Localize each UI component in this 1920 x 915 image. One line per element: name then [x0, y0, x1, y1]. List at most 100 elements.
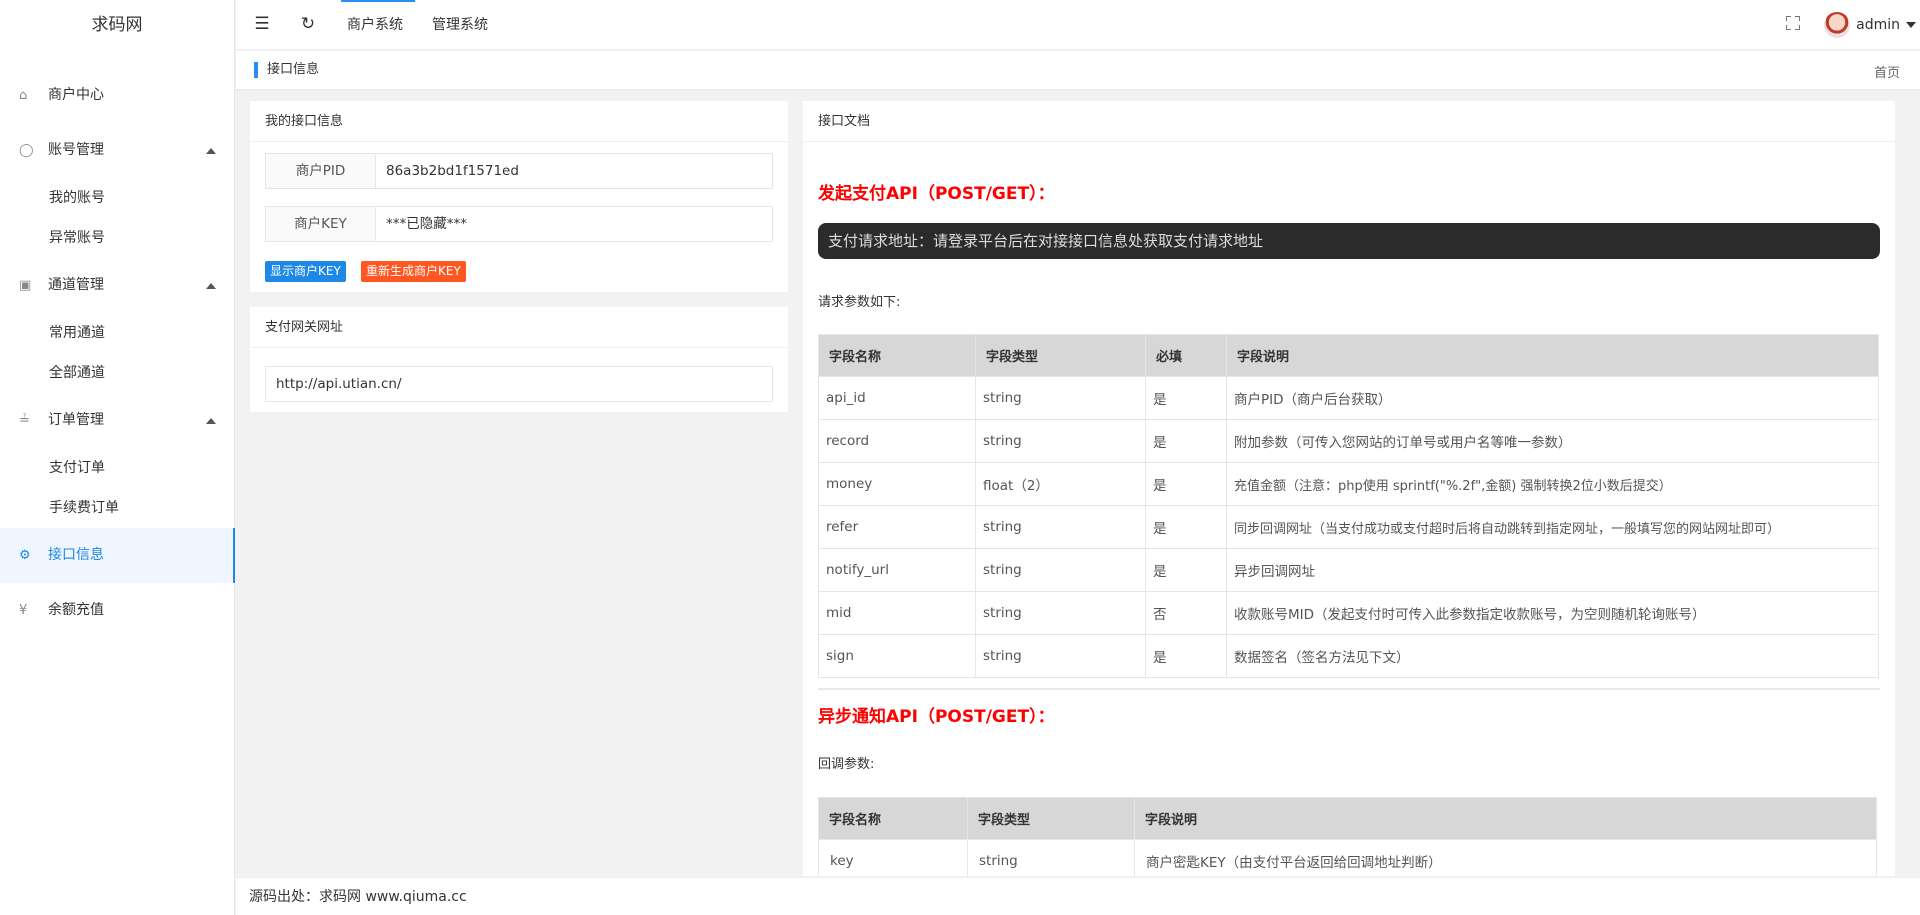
user-icon: ◯ — [19, 143, 34, 158]
card-title: 支付网关网址 — [250, 307, 788, 348]
divider — [818, 688, 1880, 690]
sidebar-item-label: 商户中心 — [48, 87, 104, 103]
user-menu[interactable]: admin — [1824, 12, 1916, 38]
logo[interactable]: 求码网 — [0, 0, 234, 50]
table-cell: string — [975, 419, 1146, 463]
sidebar-subitem-all-channels[interactable]: 全部通道 — [0, 353, 234, 393]
table-row: notify_url string 是 异步回调网址 — [818, 548, 1879, 592]
sidebar: 求码网 ⌂ 商户中心 ◯ 账号管理 我的账号 异常账号 ▣ 通道管理 常用通道 … — [0, 0, 235, 915]
table-cell: string — [975, 548, 1146, 592]
notify-api-heading: 异步通知API（POST/GET）： — [818, 707, 1055, 727]
column-header: 字段类型 — [975, 334, 1146, 377]
sidebar-subitem-common-channels[interactable]: 常用通道 — [0, 313, 234, 353]
table-cell: 是 — [1145, 462, 1227, 506]
sidebar-item-label: 订单管理 — [48, 412, 104, 428]
sidebar-item-label: 通道管理 — [48, 277, 104, 293]
table-cell: 数据签名（签名方法见下文） — [1226, 634, 1879, 678]
sidebar-item-merchant-center[interactable]: ⌂ 商户中心 — [0, 68, 234, 123]
column-header: 字段名称 — [818, 334, 976, 377]
tab-admin-system[interactable]: 管理系统 — [432, 0, 488, 50]
breadcrumb: 接口信息 首页 — [236, 51, 1920, 89]
sidebar-item-label: 接口信息 — [48, 547, 104, 563]
table-cell: 是 — [1145, 505, 1227, 549]
table-cell: 是 — [1145, 376, 1227, 420]
sidebar-subitem-abnormal-account[interactable]: 异常账号 — [0, 218, 234, 258]
column-header: 字段名称 — [818, 797, 968, 840]
card-title: 我的接口信息 — [250, 101, 788, 142]
table-cell: 附加参数（可传入您网站的订单号或用户名等唯一参数） — [1226, 419, 1879, 463]
table-cell: 收款账号MID（发起支付时可传入此参数指定收款账号，为空则随机轮询账号） — [1226, 591, 1879, 635]
callback-params-table: 字段名称 字段类型 字段说明 key string 商户密匙KEY（由支付平台返… — [818, 797, 1877, 876]
sidebar-item-label: 账号管理 — [48, 142, 104, 158]
table-cell: record — [818, 419, 976, 463]
sidebar-item-balance-recharge[interactable]: ¥ 余额充值 — [0, 583, 234, 638]
pid-label: 商户PID — [266, 154, 376, 188]
table-cell: string — [975, 376, 1146, 420]
table-cell: money — [818, 462, 976, 506]
table-cell: 商户密匙KEY（由支付平台返回给回调地址判断） — [1134, 839, 1877, 876]
card-title: 接口文档 — [803, 101, 1895, 142]
table-cell: refer — [818, 505, 976, 549]
footer: 源码出处：求码网 www.qiuma.cc — [236, 877, 1920, 915]
table-row: sign string 是 数据签名（签名方法见下文） — [818, 634, 1879, 678]
home-icon: ⌂ — [19, 88, 28, 103]
table-cell: 是 — [1145, 419, 1227, 463]
key-label: 商户KEY — [266, 207, 376, 241]
sidebar-item-channel-management[interactable]: ▣ 通道管理 — [0, 258, 234, 313]
table-row: refer string 是 同步回调网址（当支付成功或支付超时后将自动跳转到指… — [818, 505, 1879, 549]
sidebar-item-order-management[interactable]: ≟ 订单管理 — [0, 393, 234, 448]
column-header: 必填 — [1145, 334, 1227, 377]
chevron-up-icon — [206, 283, 216, 289]
table-cell: 是 — [1145, 548, 1227, 592]
tab-merchant-system[interactable]: 商户系统 — [341, 0, 415, 50]
sidebar-item-account-management[interactable]: ◯ 账号管理 — [0, 123, 234, 178]
table-row: api_id string 是 商户PID（商户后台获取） — [818, 376, 1879, 420]
gateway-card: 支付网关网址 http://api.utian.cn/ — [250, 307, 788, 412]
table-row: money float（2） 是 充值金额（注意：php使用 sprintf("… — [818, 462, 1879, 506]
table-cell: 充值金额（注意：php使用 sprintf("%.2f",金额) 强制转换2位小… — [1226, 462, 1879, 506]
pay-request-url-notice: 支付请求地址：请登录平台后在对接接口信息处获取支付请求地址 — [818, 223, 1880, 259]
page-title: 接口信息 — [254, 62, 319, 78]
table-cell: 商户PID（商户后台获取） — [1226, 376, 1879, 420]
pay-api-heading: 发起支付API（POST/GET）： — [818, 184, 1055, 204]
table-cell: notify_url — [818, 548, 976, 592]
table-cell: string — [967, 839, 1135, 876]
fullscreen-icon[interactable] — [1786, 16, 1800, 30]
table-row: record string 是 附加参数（可传入您网站的订单号或用户名等唯一参数… — [818, 419, 1879, 463]
key-value[interactable]: ***已隐藏*** — [376, 207, 772, 241]
gateway-url-field[interactable]: http://api.utian.cn/ — [265, 366, 773, 402]
yen-icon: ¥ — [19, 603, 28, 618]
refresh-icon[interactable]: ↻ — [298, 14, 318, 34]
regenerate-key-button[interactable]: 重新生成商户KEY — [361, 261, 466, 282]
table-cell: string — [975, 591, 1146, 635]
sidebar-item-api-info[interactable]: ⚙ 接口信息 — [0, 528, 235, 583]
sidebar-subitem-fee-orders[interactable]: 手续费订单 — [0, 488, 234, 528]
table-cell: mid — [818, 591, 976, 635]
table-cell: 是 — [1145, 634, 1227, 678]
column-header: 字段说明 — [1226, 334, 1879, 377]
table-row: mid string 否 收款账号MID（发起支付时可传入此参数指定收款账号，为… — [818, 591, 1879, 635]
table-cell: sign — [818, 634, 976, 678]
table-cell: key — [818, 839, 968, 876]
pid-value[interactable]: 86a3b2bd1f1571ed — [376, 154, 772, 188]
show-key-button[interactable]: 显示商户KEY — [265, 261, 346, 282]
home-link[interactable]: 首页 — [1874, 62, 1900, 81]
chevron-up-icon — [206, 418, 216, 424]
request-params-label: 请求参数如下: — [818, 295, 901, 310]
caret-down-icon — [1906, 22, 1916, 28]
sidebar-subitem-my-account[interactable]: 我的账号 — [0, 178, 234, 218]
my-api-card: 我的接口信息 商户PID 86a3b2bd1f1571ed 商户KEY ***已… — [250, 101, 788, 292]
chevron-up-icon — [206, 148, 216, 154]
sidebar-subitem-payment-orders[interactable]: 支付订单 — [0, 448, 234, 488]
table-header-row: 字段名称 字段类型 字段说明 — [818, 797, 1877, 840]
table-header-row: 字段名称 字段类型 必填 字段说明 — [818, 334, 1879, 377]
table-cell: string — [975, 634, 1146, 678]
gear-icon: ⚙ — [19, 548, 31, 563]
menu-collapse-icon[interactable]: ☰ — [252, 14, 272, 34]
table-cell: 否 — [1145, 591, 1227, 635]
callback-params-label: 回调参数: — [818, 757, 875, 772]
chart-icon: ≟ — [19, 413, 30, 428]
sidebar-nav: ⌂ 商户中心 ◯ 账号管理 我的账号 异常账号 ▣ 通道管理 常用通道 全部通道… — [0, 50, 235, 638]
pid-row: 商户PID 86a3b2bd1f1571ed — [265, 153, 773, 189]
table-cell: 异步回调网址 — [1226, 548, 1879, 592]
